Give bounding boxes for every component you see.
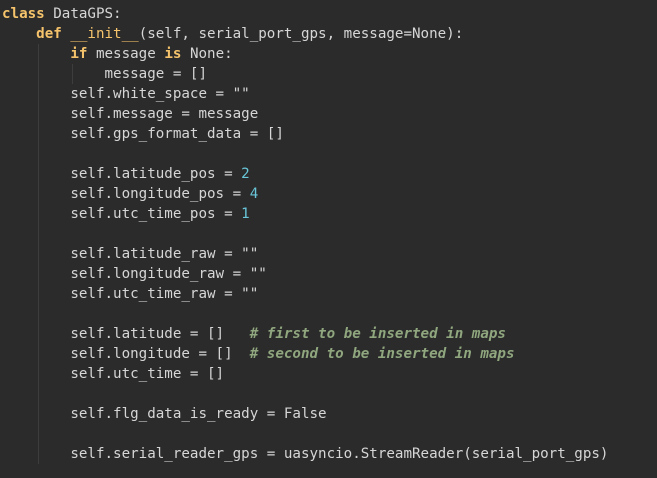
code-token: self.longitude = [] — [2, 346, 250, 362]
code-token: 4 — [249, 186, 259, 202]
code-line[interactable]: self.serial_reader_gps = uasyncio.Stream… — [2, 444, 608, 464]
code-line[interactable]: self.utc_time_pos = 1 — [2, 204, 250, 224]
code-token: self.latitude_raw = "" — [2, 246, 259, 262]
code-token: self.utc_time = [] — [2, 366, 225, 382]
code-line[interactable]: self.longitude_pos = 4 — [2, 184, 258, 204]
code-line[interactable]: self.longitude = [] # second to be inser… — [2, 344, 515, 364]
code-token: class — [2, 6, 45, 22]
code-token: if — [70, 46, 88, 62]
code-token: message — [87, 46, 165, 62]
code-token: DataGPS: — [44, 6, 122, 22]
code-token: # first to be inserted in maps — [249, 326, 506, 342]
code-token: self.serial_reader_gps = uasyncio.Stream… — [2, 446, 609, 462]
code-line[interactable]: self.latitude_raw = "" — [2, 244, 258, 264]
code-token: self.flg_data_is_ready = False — [2, 406, 327, 422]
code-token: self.utc_time_pos = — [2, 206, 242, 222]
code-line[interactable]: self.longitude_raw = "" — [2, 264, 267, 284]
code-line[interactable]: class DataGPS: — [2, 4, 122, 24]
code-token: message = [] — [2, 66, 207, 82]
code-line[interactable]: def __init__(self, serial_port_gps, mess… — [2, 24, 463, 44]
code-token: self.longitude_raw = "" — [2, 266, 267, 282]
code-line[interactable]: self.message = message — [2, 104, 258, 124]
code-line[interactable]: self.flg_data_is_ready = False — [2, 404, 327, 424]
code-line[interactable]: self.latitude_pos = 2 — [2, 164, 250, 184]
code-token: self.message = message — [2, 106, 259, 122]
code-line[interactable]: self.utc_time = [] — [2, 364, 224, 384]
code-line[interactable]: if message is None: — [2, 44, 233, 64]
code-token: 2 — [241, 166, 250, 182]
code-token: None: — [181, 46, 233, 62]
code-token: 1 — [241, 206, 250, 222]
code-editor[interactable]: class DataGPS: def __init__(self, serial… — [0, 0, 657, 478]
code-token: self.utc_time_raw = "" — [2, 286, 259, 302]
code-line[interactable]: self.gps_format_data = [] — [2, 124, 284, 144]
code-token: def — [36, 26, 62, 42]
code-token: self.latitude_pos = — [2, 166, 242, 182]
code-line[interactable]: message = [] — [2, 64, 207, 84]
code-token: self.white_space = "" — [2, 86, 250, 102]
code-line[interactable]: self.utc_time_raw = "" — [2, 284, 258, 304]
code-token: self.latitude = [] — [2, 326, 250, 342]
code-token: __init__ — [70, 26, 139, 42]
code-token: is — [164, 46, 182, 62]
code-token: self.longitude_pos = — [2, 186, 250, 202]
code-token: (self, serial_port_gps, message=None): — [138, 26, 464, 42]
code-line[interactable]: self.latitude = [] # first to be inserte… — [2, 324, 506, 344]
code-token: self.gps_format_data = [] — [2, 126, 284, 142]
code-line[interactable]: self.white_space = "" — [2, 84, 250, 104]
code-token: # second to be inserted in maps — [249, 346, 515, 362]
